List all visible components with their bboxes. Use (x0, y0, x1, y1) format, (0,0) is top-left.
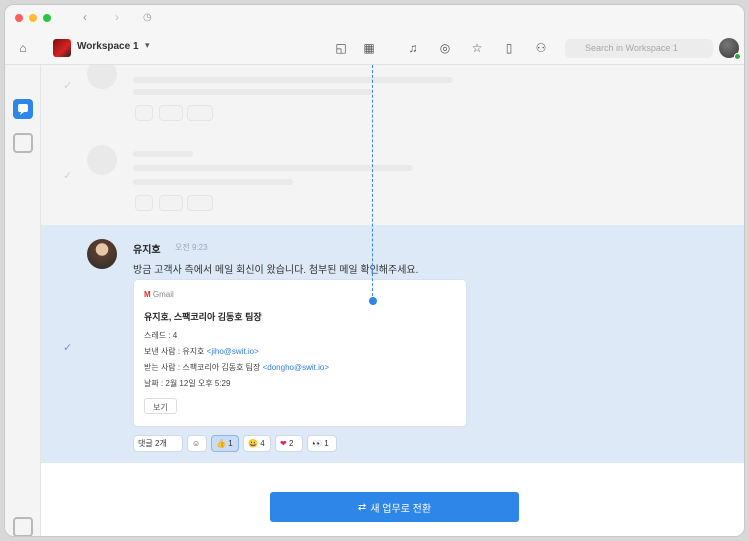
left-rail (5, 65, 41, 536)
globe-icon[interactable]: ◎ (437, 40, 453, 56)
smiley-icon: ☺ (192, 439, 201, 448)
reaction-count: 1 (324, 439, 329, 448)
gmail-icon: M (144, 290, 151, 299)
minimize-window-button[interactable] (29, 14, 37, 22)
email-from-link[interactable]: <jiho@swit.io> (207, 347, 259, 356)
email-date: 날짜 : 2월 12일 오후 5:29 (144, 379, 231, 388)
chat-rail-button[interactable] (13, 99, 33, 119)
heart-icon: ❤ (280, 439, 287, 448)
author-avatar[interactable] (87, 239, 117, 269)
eyes-icon: 👀 (312, 439, 322, 448)
convert-to-task-button[interactable]: ⇄ 새 업무로 전환 (270, 492, 519, 522)
online-status-indicator (734, 53, 741, 60)
reaction-count: 1 (228, 439, 233, 448)
add-reaction-button[interactable]: ☺ (187, 435, 207, 452)
top-toolbar: ⌂ Workspace 1 ▾ ◱ ▦ ♫ ◎ ☆ ▯ ⚇ ⌕ Search i… (5, 31, 744, 65)
people-icon[interactable]: ⚇ (533, 40, 549, 56)
back-arrow-icon[interactable]: ‹ (83, 10, 87, 24)
bell-icon[interactable]: ♫ (405, 40, 421, 56)
chat-bubble-icon (18, 104, 28, 115)
workspace-name[interactable]: Workspace 1 (77, 41, 139, 52)
smile-emoji-icon: 😀 (248, 439, 258, 448)
dim-overlay (41, 65, 744, 225)
email-title: 유지호, 스팩코리아 김동호 팀장 (144, 312, 262, 322)
grid-icon[interactable]: ▦ (361, 40, 377, 56)
email-from-label: 보낸 사람 : 유지호 (144, 347, 207, 356)
chevron-down-icon[interactable]: ▾ (145, 40, 150, 51)
thumbs-up-icon: 👍 (216, 439, 226, 448)
maximize-window-button[interactable] (43, 14, 51, 22)
view-email-button[interactable]: 보기 (144, 398, 177, 414)
chat-add-icon[interactable]: ◱ (333, 40, 349, 56)
author-name[interactable]: 유지호 (133, 241, 161, 256)
search-input[interactable]: Search in Workspace 1 (565, 39, 713, 58)
gmail-source: M Gmail (144, 290, 174, 299)
reaction-heart[interactable]: ❤ 2 (275, 435, 303, 452)
history-icon[interactable]: ◷ (143, 12, 152, 23)
workspace-logo[interactable] (53, 39, 71, 57)
reaction-eyes[interactable]: 👀 1 (307, 435, 337, 452)
gmail-label: Gmail (152, 290, 174, 299)
app-window: ‹ › ◷ ⌂ Workspace 1 ▾ ◱ ▦ ♫ ◎ ☆ ▯ ⚇ ⌕ Se… (4, 4, 745, 537)
title-bar: ‹ › ◷ (5, 5, 744, 31)
check-icon: ✓ (63, 342, 73, 354)
email-to-link[interactable]: <dongho@swit.io> (263, 363, 329, 372)
home-icon[interactable]: ⌂ (15, 40, 31, 56)
reaction-smile[interactable]: 😀 4 (243, 435, 271, 452)
email-attachment-card[interactable]: M Gmail 유지호, 스팩코리아 김동호 팀장 스레드 : 4 보낸 사람 … (133, 279, 467, 427)
star-icon[interactable]: ☆ (469, 40, 485, 56)
forward-arrow-icon[interactable]: › (115, 10, 119, 24)
reaction-count: 2 (288, 439, 294, 448)
message-time: 오전 9:23 (175, 243, 208, 252)
message-list: ✓ ✓ ✓ 유지호 오전 9:23 방금 고객사 측에서 메일 회신이 왔습니다… (41, 65, 744, 536)
email-to-label: 받는 사람 : 스팩코리아 김동호 팀장 (144, 363, 263, 372)
email-to: 받는 사람 : 스팩코리아 김동호 팀장 <dongho@swit.io> (144, 362, 329, 373)
panel-toggle-button[interactable] (13, 517, 33, 536)
pointer-guide-dot (369, 297, 377, 305)
reaction-count: 4 (260, 439, 265, 448)
message-text: 방금 고객사 측에서 메일 회신이 왔습니다. 첨부된 메일 확인해주세요. (133, 265, 419, 276)
convert-arrows-icon: ⇄ (357, 501, 367, 513)
task-rail-button[interactable] (13, 133, 33, 153)
email-thread-count: 스레드 : 4 (144, 331, 178, 340)
replies-button[interactable]: 댓글 2개 (133, 435, 183, 452)
close-window-button[interactable] (15, 14, 23, 22)
convert-to-task-label: 새 업무로 전환 (370, 503, 432, 515)
pointer-guide-line (372, 65, 373, 301)
file-icon[interactable]: ▯ (501, 40, 517, 56)
email-from: 보낸 사람 : 유지호 <jiho@swit.io> (144, 346, 259, 357)
reaction-thumbs-up[interactable]: 👍 1 (211, 435, 239, 452)
